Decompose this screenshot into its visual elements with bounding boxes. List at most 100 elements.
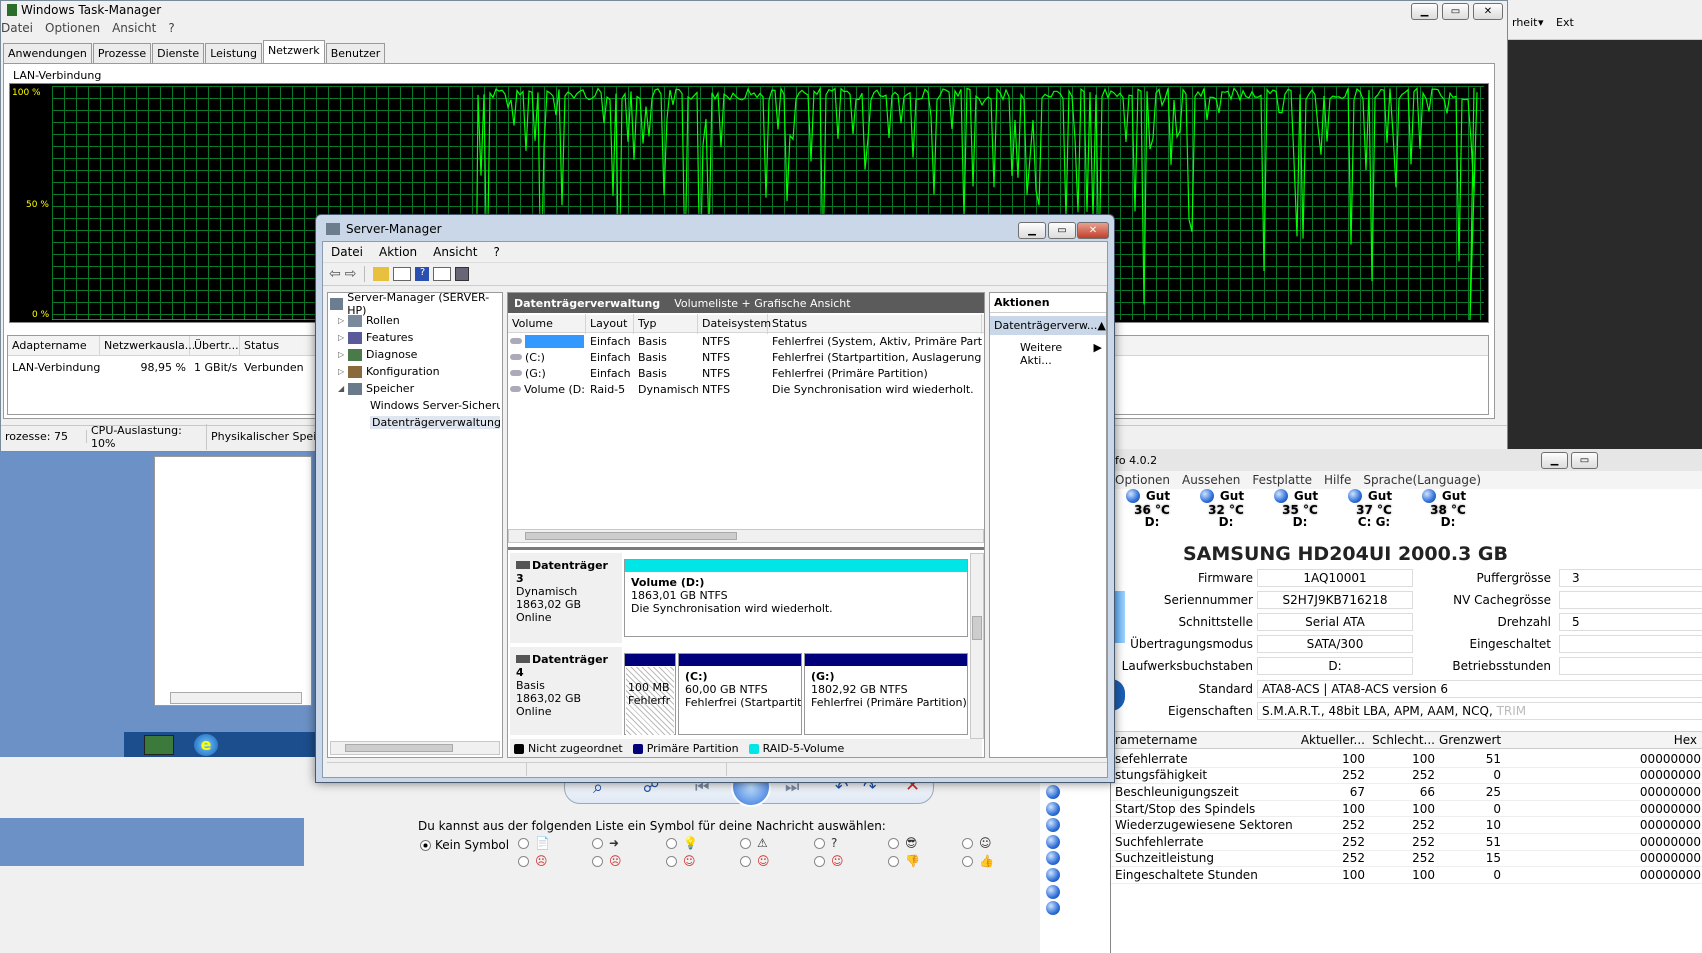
volume-row[interactable]: (C:) Einfach Basis NTFS Fehlerfrei (Startpar… (508, 349, 984, 365)
temp-item[interactable]: Gut 35 °C D: (1259, 489, 1333, 529)
show-hide-actions-icon[interactable] (433, 267, 452, 281)
back-arrow-icon[interactable]: ⇦ (329, 266, 341, 282)
symbol-none-option[interactable]: Kein Symbol (420, 838, 509, 852)
smart-col-threshold[interactable]: Grenzwert (1439, 733, 1505, 747)
expand-arrow-icon[interactable]: ▷ (338, 350, 348, 359)
tree-root[interactable]: Server-Manager (SERVER-HP) (330, 291, 500, 317)
toolbar-item-extras[interactable]: Ext (1556, 16, 1574, 29)
tree-item-disk-management[interactable]: Datenträgerverwaltung (330, 414, 500, 431)
actions-more[interactable]: Weitere Akti... ▶ (990, 335, 1106, 367)
symbol-option[interactable]: ? (814, 836, 837, 850)
crystal-maximize-button[interactable]: ▭ (1571, 452, 1598, 469)
symbol-option[interactable]: 👎 (888, 854, 920, 868)
symbol-option[interactable]: ☺ (666, 854, 696, 868)
properties-icon[interactable] (455, 267, 470, 281)
radio-icon[interactable] (814, 837, 825, 849)
disk-vscrollbar[interactable] (970, 553, 984, 739)
smart-row[interactable]: 09Eingeschaltete Stunden100100000000000 (1077, 867, 1702, 884)
col-dateisystem[interactable]: Dateisystem (698, 313, 771, 334)
col-adaptername[interactable]: Adaptername (8, 335, 100, 356)
sm-menu-ansicht[interactable]: Ansicht (433, 245, 477, 259)
expand-arrow-icon[interactable]: ▷ (338, 333, 348, 342)
tree-item-speicher[interactable]: ◢ Speicher (330, 380, 500, 397)
menu-datei[interactable]: Datei (1, 21, 33, 35)
radio-icon[interactable] (666, 837, 677, 849)
temp-item[interactable]: Gut 37 °C C: G: (1333, 489, 1407, 529)
smart-col-hex[interactable]: Hex (1505, 733, 1702, 747)
radio-icon[interactable] (666, 855, 677, 867)
col-status[interactable]: Status (768, 313, 982, 334)
volume-scroll-thumb[interactable] (525, 532, 737, 540)
maximize-button[interactable]: ▭ (1442, 3, 1469, 20)
taskbar-app-icon[interactable] (144, 735, 174, 755)
tab-netzwerk[interactable]: Netzwerk (262, 40, 325, 63)
smart-row[interactable]: sefehlerrate 100 100 51 00000000 (1111, 751, 1702, 768)
toolbar-item-sicherheit[interactable]: rheit (1512, 16, 1537, 29)
crystal-minimize-button[interactable]: ▁ (1541, 452, 1568, 469)
sm-maximize-button[interactable]: ▭ (1048, 222, 1076, 239)
tree-hscrollbar[interactable] (330, 741, 500, 755)
radio-icon[interactable] (814, 855, 825, 867)
col-typ[interactable]: Typ (634, 313, 698, 334)
volume-row[interactable]: Einfach Basis NTFS Fehlerfrei (System, Akti… (508, 333, 984, 349)
radio-icon[interactable] (888, 837, 899, 849)
sm-menu-datei[interactable]: Datei (331, 245, 363, 259)
temp-item[interactable]: Gut 36 °C D: (1111, 489, 1185, 529)
smart-row[interactable]: stungsfähigkeit 252 252 0 00000000 (1111, 768, 1702, 785)
col-uebertragung[interactable]: Übertr... (190, 335, 240, 356)
symbol-option[interactable]: ☺ (814, 854, 844, 868)
splitter[interactable] (508, 547, 984, 550)
volume-row[interactable]: Volume (D:) Raid-5 Dynamisch NTFS Die Synchr… (508, 381, 984, 397)
symbol-option[interactable]: 👍 (962, 854, 994, 868)
symbol-option[interactable]: 😎 (888, 836, 918, 850)
radio-icon[interactable] (518, 855, 529, 867)
tree-item-konfiguration[interactable]: ▷ Konfiguration (330, 363, 500, 380)
tree-item-features[interactable]: ▷ Features (330, 329, 500, 346)
background-scrollbar[interactable] (170, 692, 302, 704)
sm-menu-aktion[interactable]: Aktion (379, 245, 417, 259)
smart-col-current[interactable]: Aktueller... (1297, 733, 1369, 747)
tab-dienste[interactable]: Dienste (152, 43, 205, 63)
symbol-option[interactable]: ☺ (962, 836, 992, 850)
minimize-button[interactable]: ▁ (1411, 3, 1438, 20)
tab-prozesse[interactable]: Prozesse (92, 43, 152, 63)
volume-hscrollbar[interactable] (508, 529, 984, 543)
menu-ansicht[interactable]: Ansicht (112, 21, 156, 35)
symbol-option[interactable]: 📄 (518, 836, 550, 850)
smart-row[interactable]: 08Suchzeitleistung2522521500000000 (1077, 851, 1702, 868)
col-netzwerkauslastung[interactable]: Netzwerkausla... (100, 335, 195, 356)
disk3-volume[interactable]: Volume (D:) 1863,01 GB NTFS Die Synchron… (624, 559, 968, 637)
radio-icon[interactable] (740, 837, 751, 849)
tree-scroll-thumb[interactable] (345, 744, 453, 752)
temp-item[interactable]: Gut 32 °C D: (1185, 489, 1259, 529)
symbol-option[interactable]: ➜ (592, 836, 619, 850)
sm-close-button[interactable]: ✕ (1077, 222, 1109, 239)
symbol-option[interactable]: ☺ (740, 854, 770, 868)
menu-help[interactable]: ? (168, 21, 174, 35)
smart-row[interactable]: 07Suchfehlerrate2522525100000000 (1077, 834, 1702, 851)
smart-row[interactable]: 03Beschleunigungszeit67662500000000 (1077, 784, 1702, 801)
radio-icon[interactable] (592, 837, 603, 849)
crystal-menu-optionen[interactable]: Optionen (1115, 473, 1170, 487)
crystal-menu-festplatte[interactable]: Festplatte (1252, 473, 1312, 487)
smart-col-worst[interactable]: Schlecht... (1369, 733, 1439, 747)
tree-item-diagnose[interactable]: ▷ Diagnose (330, 346, 500, 363)
disk4-partition-c[interactable]: (C:) 60,00 GB NTFS Fehlerfrei (Startpart… (678, 653, 802, 735)
close-button[interactable]: ✕ (1473, 3, 1503, 20)
sm-menu-help[interactable]: ? (493, 245, 499, 259)
tab-leistung[interactable]: Leistung (205, 43, 262, 63)
help-icon[interactable]: ? (415, 267, 430, 281)
smart-row[interactable]: 04Start/Stop des Spindels100100000000000 (1077, 801, 1702, 818)
radio-icon[interactable] (518, 837, 529, 849)
volume-row[interactable]: (G:) Einfach Basis NTFS Fehlerfrei (Primäre … (508, 365, 984, 381)
collapse-up-icon[interactable]: ▲ (1097, 319, 1105, 332)
expanded-arrow-icon[interactable]: ◢ (338, 384, 348, 393)
menu-optionen[interactable]: Optionen (45, 21, 100, 35)
expand-arrow-icon[interactable]: ▷ (338, 367, 348, 376)
radio-icon[interactable] (888, 855, 899, 867)
symbol-option[interactable]: 💡 (666, 836, 698, 850)
tab-benutzer[interactable]: Benutzer (325, 43, 386, 63)
internet-explorer-icon[interactable]: e (194, 734, 218, 756)
up-folder-icon[interactable] (373, 267, 390, 281)
smart-row[interactable]: 05Wiederzugewiesene Sektoren252252100000… (1077, 817, 1702, 834)
